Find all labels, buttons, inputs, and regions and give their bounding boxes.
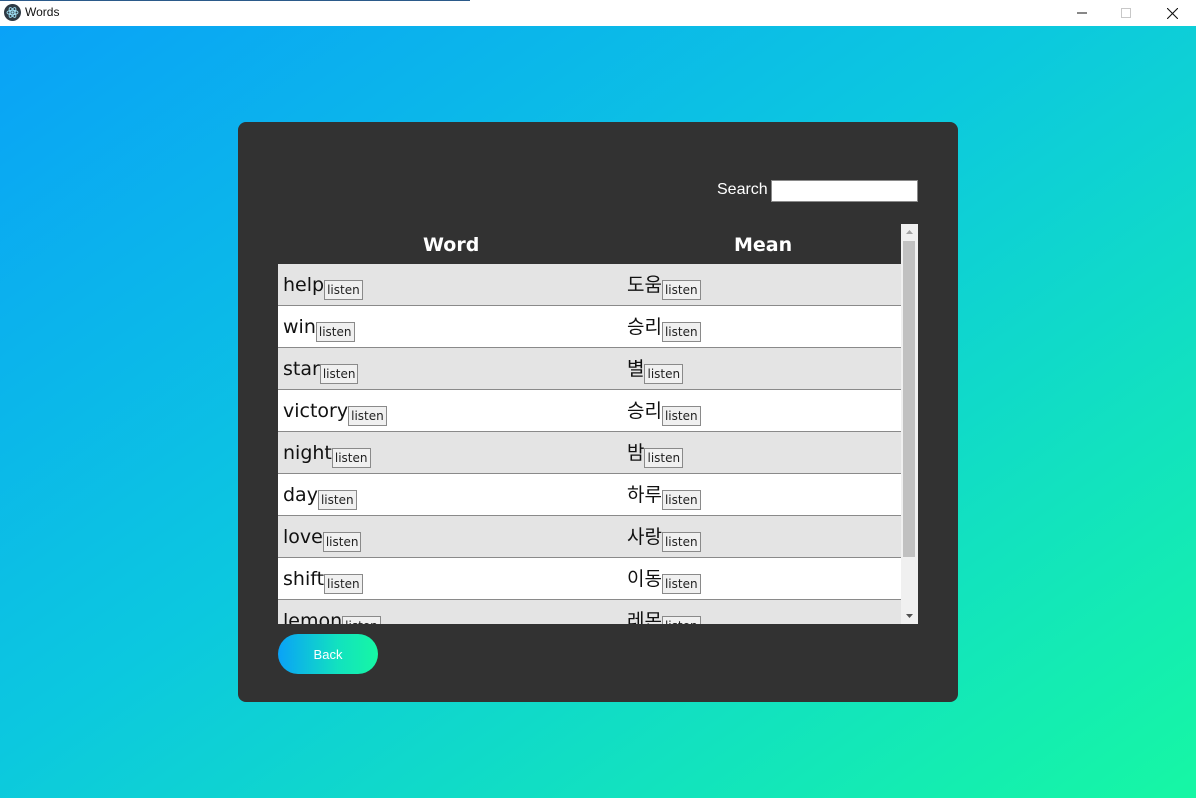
table-header: Word Mean	[278, 224, 901, 264]
minimize-icon	[1077, 12, 1087, 14]
table-row: star listen 별 listen	[278, 348, 901, 390]
words-card: Search Word Mean help listen 도움 listen win…	[238, 122, 958, 702]
word-text: star	[283, 358, 320, 380]
listen-mean-button[interactable]: listen	[644, 448, 684, 468]
listen-word-button[interactable]: listen	[324, 574, 363, 594]
mean-text: 도움	[627, 274, 662, 296]
back-button[interactable]: Back	[278, 634, 378, 674]
table-row: help listen 도움 listen	[278, 264, 901, 306]
mean-text: 사랑	[627, 526, 662, 548]
table-body: help listen 도움 listen win listen 승리 listen s…	[278, 264, 901, 624]
table-row: victory listen 승리 listen	[278, 390, 901, 432]
mean-text: 승리	[627, 400, 662, 422]
listen-word-button[interactable]: listen	[317, 490, 357, 510]
column-header-mean: Mean	[734, 234, 793, 256]
column-header-word: Word	[423, 234, 480, 256]
mean-text: 밤	[627, 442, 645, 464]
scroll-down-button[interactable]	[901, 608, 918, 624]
scroll-up-button[interactable]	[901, 224, 918, 240]
listen-mean-button[interactable]: listen	[661, 616, 701, 624]
close-icon	[1166, 7, 1178, 19]
listen-word-button[interactable]: listen	[315, 322, 355, 342]
scroll-up-arrow-icon	[906, 230, 913, 234]
minimize-button[interactable]	[1059, 0, 1105, 26]
words-table: Word Mean help listen 도움 listen win listen …	[278, 224, 918, 624]
word-text: help	[283, 274, 325, 296]
table-row: love listen 사랑 listen	[278, 516, 901, 558]
listen-word-button[interactable]: listen	[331, 448, 371, 468]
search-label: Search	[717, 181, 768, 198]
listen-mean-button[interactable]: listen	[644, 364, 684, 384]
listen-mean-button[interactable]: listen	[661, 574, 701, 594]
mean-text: 별	[627, 358, 645, 380]
mean-text: 승리	[627, 316, 662, 338]
word-text: day	[283, 484, 318, 506]
listen-word-button[interactable]: listen	[322, 532, 362, 552]
table-row: shift listen 이동 listen	[278, 558, 901, 600]
listen-word-button[interactable]: listen	[348, 406, 387, 426]
scrollbar-thumb[interactable]	[903, 241, 915, 557]
electron-atom-icon	[4, 4, 21, 21]
listen-mean-button[interactable]: listen	[661, 406, 701, 426]
word-text: love	[283, 526, 323, 548]
window-title: Words	[25, 5, 60, 19]
word-text: lemon	[283, 610, 343, 624]
listen-word-button[interactable]: listen	[319, 364, 359, 384]
table-row: night listen 밤 listen	[278, 432, 901, 474]
listen-word-button[interactable]: listen	[342, 616, 381, 624]
table-scrollbar[interactable]	[901, 224, 918, 624]
listen-word-button[interactable]: listen	[324, 280, 363, 300]
mean-text: 레몬	[627, 610, 662, 624]
listen-mean-button[interactable]: listen	[661, 280, 701, 300]
mean-text: 이동	[627, 568, 662, 590]
table-row: win listen 승리 listen	[278, 306, 901, 348]
title-bar: Words	[0, 0, 1196, 26]
maximize-icon	[1121, 8, 1131, 18]
app-background: Search Word Mean help listen 도움 listen win…	[0, 26, 1196, 798]
table-row: lemonlisten 레몬listen	[278, 600, 901, 624]
mean-text: 하루	[627, 484, 662, 506]
listen-mean-button[interactable]: listen	[661, 322, 701, 342]
word-text: victory	[283, 400, 349, 422]
word-text: night	[283, 442, 332, 464]
title-accent-line	[0, 0, 470, 1]
maximize-button[interactable]	[1103, 0, 1149, 26]
word-text: shift	[283, 568, 325, 590]
search-input[interactable]	[771, 180, 918, 202]
listen-mean-button[interactable]: listen	[661, 532, 701, 552]
scroll-down-arrow-icon	[906, 614, 913, 618]
word-text: win	[283, 316, 316, 338]
close-button[interactable]	[1149, 0, 1195, 26]
table-row: day listen 하루 listen	[278, 474, 901, 516]
listen-mean-button[interactable]: listen	[661, 490, 701, 510]
